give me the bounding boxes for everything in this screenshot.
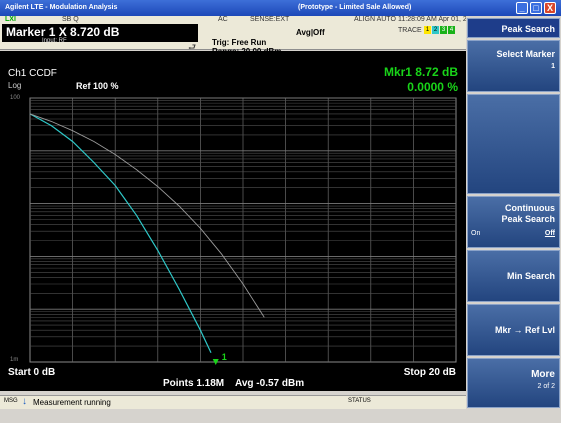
license-status: (Prototype - Limited Sale Allowed) (298, 4, 412, 11)
close-button[interactable]: X (544, 2, 556, 14)
trace-1-chip: 1 (424, 26, 431, 34)
blank-softkey[interactable] (467, 94, 560, 194)
x-stop-label: Stop 20 dB (403, 367, 456, 378)
msg-label: MSG (4, 398, 18, 404)
peak-search-label: Peak Search (501, 214, 555, 224)
select-marker-button[interactable]: Select Marker 1 (467, 40, 560, 92)
trigger-status: Trig: Free Run (212, 38, 267, 47)
input-indicator: Input: RF (42, 38, 67, 44)
on-option: On (471, 230, 481, 237)
marker-1-label: 1 (222, 352, 227, 362)
softkey-panel: Peak Search Select Marker 1 Continuous P… (466, 16, 561, 409)
trace-4-chip: 4 (448, 26, 455, 34)
average-status: Avg|Off (296, 28, 325, 37)
trace-indicators: 1234 (424, 26, 456, 34)
active-marker-box: Marker 1 X 8.720 dB Input: RF (2, 24, 198, 44)
ccdf-plot: Ch1 CCDF Log Ref 100 % 100 1m Mkr1 8.72 … (0, 51, 466, 391)
select-marker-value: 1 (551, 63, 555, 70)
select-marker-label: Select Marker (496, 49, 555, 59)
status-bar: MSG ↓ Measurement running STATUS (0, 395, 466, 409)
sb-q-indicator: SB Q (62, 16, 79, 23)
off-option: Off (544, 230, 555, 237)
trace-label: TRACE (398, 27, 422, 34)
minimize-button[interactable]: _ (516, 2, 528, 14)
restore-button[interactable]: □ (530, 2, 542, 14)
sense-indicator: SENSE:EXT (250, 16, 290, 23)
softkey-menu-title: Peak Search (467, 18, 560, 38)
more-label: More (531, 369, 555, 380)
window-title: Agilent LTE - Modulation Analysis (5, 4, 118, 11)
ccdf-trace-measured (29, 113, 212, 353)
status-label: STATUS (348, 398, 371, 404)
x-start-label: Start 0 dB (8, 367, 56, 378)
status-message: Measurement running (33, 398, 111, 407)
plot-graticule: 1 (29, 97, 457, 365)
measurement-info-bar: LXI SB Q AC SENSE:EXT ALIGN AUTO 11:28:0… (0, 16, 478, 56)
menu-title: Peak Search (501, 24, 555, 34)
more-page: 2 of 2 (537, 383, 555, 390)
points-label: Points 1.18M (163, 378, 225, 389)
align-indicator: ALIGN AUTO (354, 16, 396, 23)
continuous-label: Continuous (505, 203, 555, 213)
active-marker-readout: Marker 1 X 8.720 dB (6, 25, 120, 39)
min-search-button[interactable]: Min Search (467, 250, 560, 302)
average-power-label: Avg -0.57 dBm (235, 378, 305, 389)
lxi-indicator: LXI (5, 16, 16, 23)
mkr-ref-label: Mkr → Ref Lvl (494, 325, 555, 335)
ccdf-trace-gaussian (29, 113, 265, 318)
window-title-bar: Agilent LTE - Modulation Analysis (Proto… (0, 0, 561, 16)
coupling-indicator: AC (218, 16, 228, 23)
trace-3-chip: 3 (440, 26, 447, 34)
min-search-label: Min Search (506, 271, 555, 281)
status-arrow-icon: ↓ (22, 396, 27, 407)
continuous-peak-search-button[interactable]: Continuous Peak Search On Off (467, 196, 560, 248)
trace-2-chip: 2 (432, 26, 439, 34)
marker-to-ref-level-button[interactable]: Mkr → Ref Lvl (467, 304, 560, 356)
more-button[interactable]: More 2 of 2 (467, 358, 560, 408)
